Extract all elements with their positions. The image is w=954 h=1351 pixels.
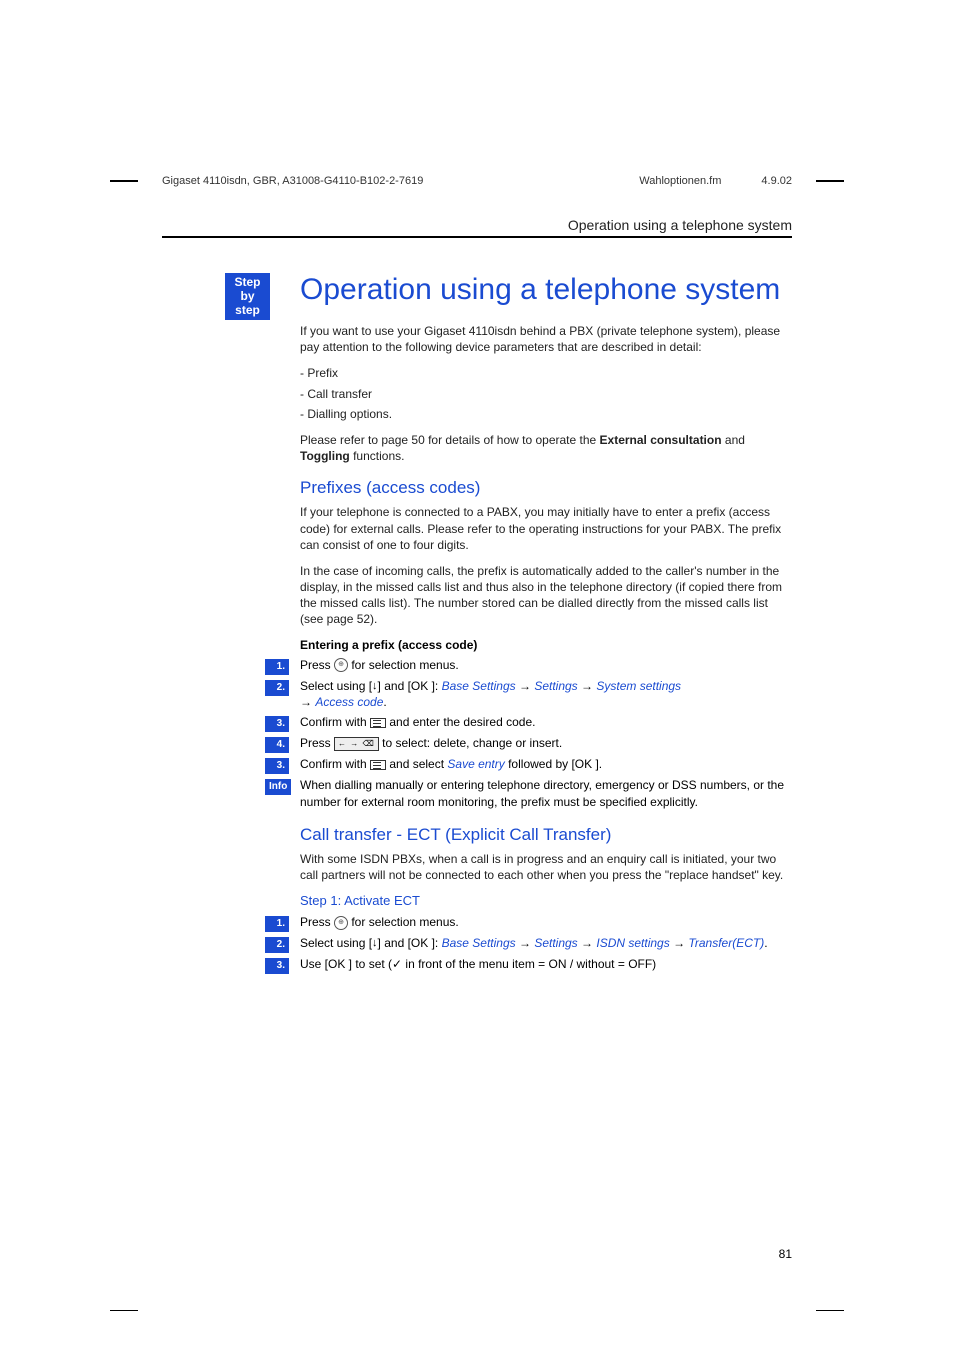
info-text: When dialling manually or entering telep… <box>300 777 790 811</box>
bullet-dialling: - Dialling options. <box>300 406 790 422</box>
prefixes-heading: Prefixes (access codes) <box>300 478 790 498</box>
ect-step1-heading: Step 1: Activate ECT <box>300 893 790 908</box>
crop-mark <box>816 180 844 182</box>
step-badge: 2. <box>265 937 289 953</box>
intro-paragraph: If you want to use your Gigaset 4110isdn… <box>300 323 790 355</box>
step-badge: 1. <box>265 659 289 675</box>
crop-mark <box>110 1310 138 1312</box>
ect-step-3-text: Use [OK ] to set (✓ in front of the menu… <box>300 956 790 974</box>
crop-mark <box>816 1310 844 1312</box>
step-badge: 2. <box>265 680 289 696</box>
step-badge: 3. <box>265 758 289 774</box>
step-badge: 4. <box>265 737 289 753</box>
divider <box>162 236 792 238</box>
ect-step-3: 3. Use [OK ] to set (✓ in front of the m… <box>300 956 790 974</box>
info-row: Info When dialling manually or entering … <box>300 777 790 811</box>
header-center: Wahloptionen.fm <box>639 175 721 187</box>
link-access-code[interactable]: Access code <box>315 695 383 709</box>
step-1: 1. Press ⊕ for selection menus. <box>300 657 790 675</box>
step-3: 3. Confirm with and enter the desired co… <box>300 714 790 732</box>
link-transfer-ect[interactable]: Transfer(ECT) <box>688 936 764 950</box>
nav-menu-icon: ⊕ <box>334 658 348 672</box>
menu-icon <box>370 718 386 728</box>
link-base-settings[interactable]: Base Settings <box>442 679 516 693</box>
ect-p1: With some ISDN PBXs, when a call is in p… <box>300 851 790 883</box>
menu-icon <box>370 760 386 770</box>
bullet-call-transfer: - Call transfer <box>300 386 790 402</box>
step-badge: 1. <box>265 916 289 932</box>
step-badge: 3. <box>265 958 289 974</box>
arrow-keys-icon: ← → ⌫ <box>334 737 379 750</box>
info-badge: Info <box>265 779 291 795</box>
bullet-prefix: - Prefix <box>300 365 790 381</box>
link-isdn-settings[interactable]: ISDN settings <box>596 936 669 950</box>
page-header: Gigaset 4110isdn, GBR, A31008-G4110-B102… <box>162 175 792 187</box>
crop-mark <box>110 180 138 182</box>
running-header: Operation using a telephone system <box>568 217 792 233</box>
main-content: Operation using a telephone system If yo… <box>300 270 790 977</box>
link-save-entry[interactable]: Save entry <box>447 757 504 771</box>
prefixes-p2: In the case of incoming calls, the prefi… <box>300 563 790 628</box>
header-right: 4.9.02 <box>761 175 792 187</box>
link-settings[interactable]: Settings <box>534 679 577 693</box>
intro-ref: Please refer to page 50 for details of h… <box>300 432 790 464</box>
nav-menu-icon: ⊕ <box>334 916 348 930</box>
ect-step-1: 1. Press ⊕ for selection menus. <box>300 914 790 932</box>
link-base-settings[interactable]: Base Settings <box>442 936 516 950</box>
ect-heading: Call transfer - ECT (Explicit Call Trans… <box>300 825 790 845</box>
step-4: 4. Press ← → ⌫ to select: delete, change… <box>300 735 790 753</box>
prefixes-p1: If your telephone is connected to a PABX… <box>300 504 790 553</box>
step-badge: 3. <box>265 716 289 732</box>
step-2: 2. Select using [↓] and [OK ]: Base Sett… <box>300 678 790 712</box>
page-title: Operation using a telephone system <box>300 270 790 309</box>
sidebar: Step by step <box>225 273 270 332</box>
header-left: Gigaset 4110isdn, GBR, A31008-G4110-B102… <box>162 175 579 187</box>
ect-step-2: 2. Select using [↓] and [OK ]: Base Sett… <box>300 935 790 953</box>
entering-prefix-heading: Entering a prefix (access code) <box>300 638 790 652</box>
link-settings[interactable]: Settings <box>534 936 577 950</box>
page-number: 81 <box>779 1247 792 1261</box>
step-by-step-label: Step by step <box>225 273 270 320</box>
link-system-settings[interactable]: System settings <box>596 679 681 693</box>
step-3b: 3. Confirm with and select Save entry fo… <box>300 756 790 774</box>
